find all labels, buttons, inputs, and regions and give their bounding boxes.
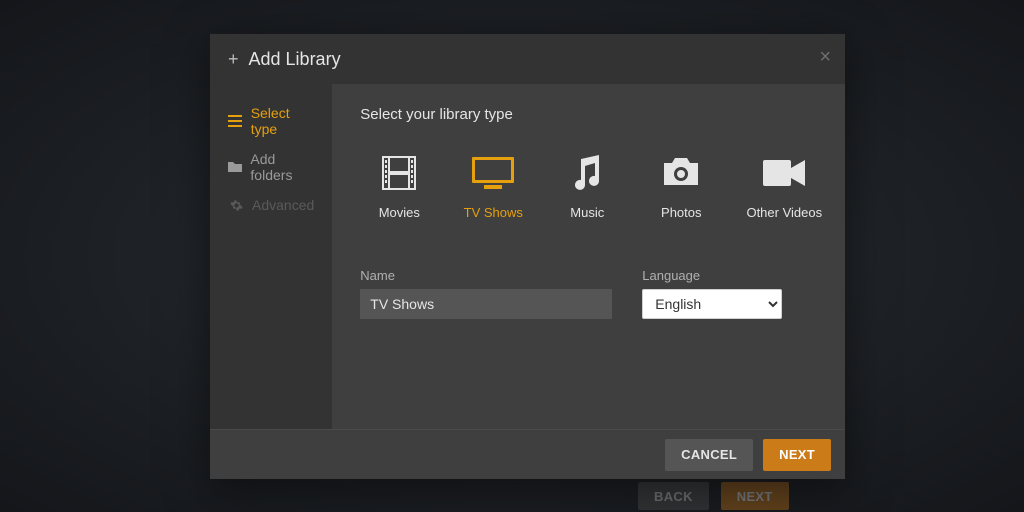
name-field: Name	[360, 268, 612, 319]
movies-icon	[379, 151, 419, 195]
ghost-back-button: BACK	[638, 482, 709, 510]
type-label: Photos	[661, 205, 701, 220]
type-label: Music	[570, 205, 604, 220]
camera-icon	[660, 151, 702, 195]
main-heading: Select your library type	[360, 106, 826, 123]
sidebar-item-label: Add folders	[250, 151, 314, 183]
cancel-button[interactable]: CANCEL	[665, 439, 753, 471]
next-button[interactable]: NEXT	[763, 439, 831, 471]
language-select[interactable]: English	[642, 289, 782, 319]
sidebar-item-label: Advanced	[252, 197, 314, 213]
library-type-row: Movies TV Shows Music	[366, 151, 826, 220]
modal-header: + Add Library ×	[210, 34, 845, 84]
add-library-modal: + Add Library × Select type Add folders	[210, 34, 845, 479]
sidebar-item-advanced: Advanced	[210, 190, 332, 220]
tv-icon	[470, 151, 516, 195]
type-movies[interactable]: Movies	[366, 151, 432, 220]
video-icon	[761, 151, 807, 195]
name-input[interactable]	[360, 289, 612, 319]
music-icon	[569, 151, 605, 195]
form-row: Name Language English	[360, 268, 826, 319]
language-field: Language English	[642, 268, 782, 319]
ghost-next-button: NEXT	[721, 482, 789, 510]
sidebar-item-select-type[interactable]: Select type	[210, 98, 332, 144]
background-buttons: BACK NEXT	[638, 482, 789, 510]
gear-icon	[228, 199, 244, 212]
plus-icon: +	[228, 49, 239, 70]
modal-body: Select type Add folders Advanced Select …	[210, 84, 845, 429]
language-label: Language	[642, 268, 782, 283]
type-tv-shows[interactable]: TV Shows	[460, 151, 526, 220]
type-label: Other Videos	[746, 205, 822, 220]
sidebar-item-add-folders[interactable]: Add folders	[210, 144, 332, 190]
modal-title: Add Library	[249, 49, 341, 70]
list-icon	[228, 115, 243, 127]
sidebar: Select type Add folders Advanced	[210, 84, 332, 429]
type-music[interactable]: Music	[554, 151, 620, 220]
folder-icon	[228, 161, 242, 173]
sidebar-item-label: Select type	[251, 105, 315, 137]
type-label: TV Shows	[464, 205, 523, 220]
type-label: Movies	[379, 205, 420, 220]
type-other-videos[interactable]: Other Videos	[742, 151, 826, 220]
name-label: Name	[360, 268, 612, 283]
close-icon[interactable]: ×	[819, 46, 831, 69]
main-panel: Select your library type Movies TV Shows	[332, 84, 854, 429]
type-photos[interactable]: Photos	[648, 151, 714, 220]
modal-footer: CANCEL NEXT	[210, 429, 845, 479]
